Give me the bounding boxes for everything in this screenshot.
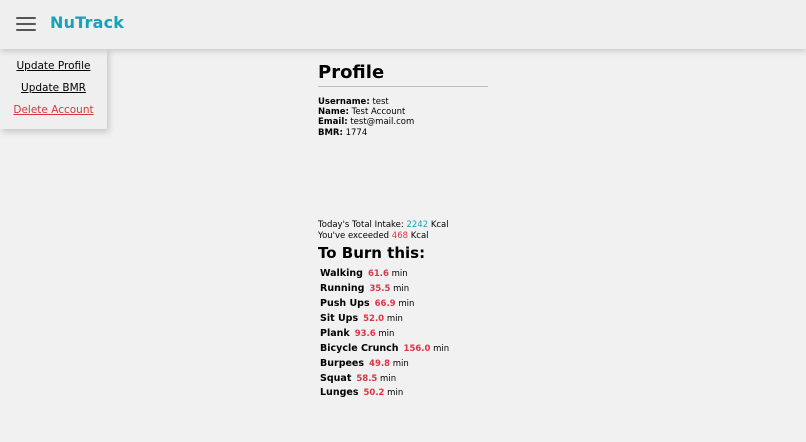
exercise-minutes: 49.8 bbox=[369, 359, 391, 369]
intake-prefix: Today's Total Intake: bbox=[318, 220, 404, 230]
exercise-row: Bicycle Crunch 156.0 min bbox=[320, 343, 449, 354]
exercise-row: Sit Ups 52.0 min bbox=[320, 313, 403, 324]
exercise-name: Squat bbox=[320, 373, 352, 384]
bmr-row: BMR: 1774 bbox=[318, 128, 367, 138]
hamburger-line bbox=[16, 29, 36, 31]
hamburger-menu-icon[interactable] bbox=[16, 16, 36, 32]
top-navbar: NuTrack bbox=[0, 0, 806, 49]
exercise-name: Bicycle Crunch bbox=[320, 343, 399, 354]
intake-value: 2242 bbox=[406, 220, 429, 230]
brand-logo[interactable]: NuTrack bbox=[50, 13, 124, 32]
minutes-unit: min bbox=[387, 388, 404, 398]
exercise-name: Burpees bbox=[320, 358, 365, 369]
bmr-label: BMR: bbox=[318, 128, 343, 138]
exercise-row: Lunges 50.2 min bbox=[320, 387, 403, 398]
exercise-minutes: 156.0 bbox=[403, 344, 431, 354]
minutes-unit: min bbox=[392, 359, 409, 369]
exercise-minutes: 50.2 bbox=[363, 388, 385, 398]
username-label: Username: bbox=[318, 97, 370, 107]
minutes-unit: min bbox=[393, 284, 410, 294]
exercise-row: Squat 58.5 min bbox=[320, 373, 396, 384]
exercise-name: Sit Ups bbox=[320, 313, 359, 324]
profile-title: Profile bbox=[318, 62, 385, 83]
name-row: Name: Test Account bbox=[318, 107, 405, 117]
exercise-name: Running bbox=[320, 283, 365, 294]
update-bmr-link[interactable]: Update BMR bbox=[0, 82, 107, 94]
hamburger-line bbox=[16, 23, 36, 25]
hamburger-line bbox=[16, 17, 36, 19]
exercise-row: Walking 61.6 min bbox=[320, 268, 408, 279]
username-row: Username: test bbox=[318, 97, 389, 107]
minutes-unit: min bbox=[391, 269, 408, 279]
email-label: Email: bbox=[318, 117, 348, 127]
delete-account-link[interactable]: Delete Account bbox=[0, 104, 107, 116]
exercise-minutes: 58.5 bbox=[356, 374, 378, 384]
title-divider bbox=[318, 86, 488, 87]
total-intake-line: Today's Total Intake: 2242 Kcal bbox=[318, 220, 449, 230]
bmr-value: 1774 bbox=[345, 128, 368, 138]
username-value: test bbox=[372, 97, 389, 107]
exercise-name: Walking bbox=[320, 268, 363, 279]
minutes-unit: min bbox=[433, 344, 450, 354]
exercise-minutes: 93.6 bbox=[354, 329, 376, 339]
exercise-minutes: 66.9 bbox=[374, 299, 396, 309]
side-menu: Update Profile Update BMR Delete Account bbox=[0, 49, 107, 129]
exceeded-prefix: You've exceeded bbox=[318, 231, 390, 241]
exercise-name: Lunges bbox=[320, 387, 359, 398]
exercise-minutes: 52.0 bbox=[363, 314, 385, 324]
exceeded-unit: Kcal bbox=[410, 231, 429, 241]
minutes-unit: min bbox=[378, 329, 395, 339]
name-value: Test Account bbox=[351, 107, 406, 117]
email-row: Email: test@mail.com bbox=[318, 117, 414, 127]
exercise-minutes: 35.5 bbox=[369, 284, 391, 294]
email-value: test@mail.com bbox=[350, 117, 415, 127]
update-profile-link[interactable]: Update Profile bbox=[0, 60, 107, 72]
exceeded-line: You've exceeded 468 Kcal bbox=[318, 231, 429, 241]
exercise-name: Plank bbox=[320, 328, 350, 339]
exercise-row: Burpees 49.8 min bbox=[320, 358, 409, 369]
exercise-row: Push Ups 66.9 min bbox=[320, 298, 414, 309]
exercise-minutes: 61.6 bbox=[367, 269, 389, 279]
exceeded-value: 468 bbox=[391, 231, 409, 241]
exercise-row: Running 35.5 min bbox=[320, 283, 409, 294]
minutes-unit: min bbox=[386, 314, 403, 324]
name-label: Name: bbox=[318, 107, 349, 117]
exercise-row: Plank 93.6 min bbox=[320, 328, 394, 339]
minutes-unit: min bbox=[380, 374, 397, 384]
minutes-unit: min bbox=[398, 299, 415, 309]
burn-title: To Burn this: bbox=[318, 244, 426, 262]
intake-unit: Kcal bbox=[430, 220, 449, 230]
exercise-name: Push Ups bbox=[320, 298, 370, 309]
